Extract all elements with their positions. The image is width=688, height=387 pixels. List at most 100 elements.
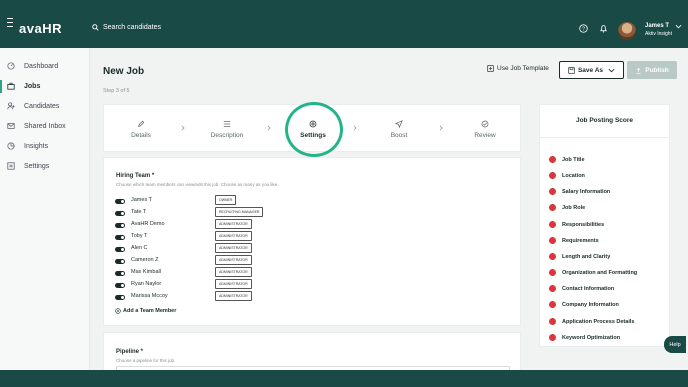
help-circle-icon[interactable]: ? (579, 24, 588, 33)
member-toggle[interactable] (115, 282, 125, 288)
member-toggle[interactable] (115, 258, 125, 264)
role-badge: ADMINISTRATOR (215, 267, 252, 277)
step-indicator: Step 3 of 5 (103, 88, 130, 94)
score-item: Length and Clarity (549, 253, 610, 260)
search-icon (92, 24, 99, 31)
role-badge: ADMINISTRATOR (215, 231, 252, 241)
sidebar-item-insights[interactable]: Insights (0, 136, 89, 156)
role-badge: ADMINISTRATOR (215, 219, 252, 229)
sidebar-item-candidates[interactable]: Candidates (0, 96, 89, 116)
step-details[interactable]: Details (116, 120, 166, 139)
sidebar-item-jobs[interactable]: Jobs (0, 76, 89, 96)
score-item: Job Role (549, 204, 585, 211)
member-toggle[interactable] (115, 210, 125, 216)
job-posting-score-panel: Job Posting Score Job Title Location Sal… (539, 104, 670, 347)
hiring-team-section: Hiring Team * Choose which team members … (103, 157, 521, 326)
briefcase-icon (7, 82, 15, 90)
page-title: New Job (103, 66, 145, 77)
team-member-row: Cameron Z ADMINISTRATOR (115, 255, 252, 267)
status-dot (549, 221, 556, 228)
users-icon (7, 102, 15, 110)
status-dot (549, 237, 556, 244)
chevron-right-icon (439, 125, 443, 131)
team-member-row: Tate T RECRUITING MANAGER (115, 207, 264, 219)
chevron-down-icon (608, 68, 615, 72)
sidebar-item-shared-inbox[interactable]: Shared Inbox (0, 116, 89, 136)
hiring-team-title: Hiring Team * (116, 173, 155, 179)
score-item: Location (549, 172, 585, 179)
top-bar: avaHR Search candidates ? James T Aktiv … (0, 0, 688, 48)
pipeline-title: Pipeline * (116, 349, 144, 355)
app-logo[interactable]: avaHR (19, 21, 62, 36)
status-dot (549, 285, 556, 292)
save-icon (568, 66, 575, 74)
score-item: Salary Information (549, 188, 610, 195)
search-input[interactable]: Search candidates (103, 24, 161, 31)
publish-button[interactable]: Publish (627, 61, 677, 79)
bell-icon[interactable] (599, 24, 608, 33)
role-badge: ADMINISTRATOR (215, 243, 252, 253)
member-toggle[interactable] (115, 246, 125, 252)
role-badge: ADMINISTRATOR (215, 255, 252, 265)
status-dot (549, 253, 556, 260)
role-badge: ADMINISTRATOR (215, 291, 252, 301)
team-member-row: Marissa Mccoy ADMINISTRATOR (115, 291, 252, 303)
status-dot (549, 301, 556, 308)
save-as-button[interactable]: Save As (559, 61, 624, 79)
status-dot (549, 204, 556, 211)
score-item: Job Title (549, 156, 585, 163)
use-job-template-button[interactable]: Use Job Template (487, 65, 549, 72)
template-icon (487, 65, 494, 72)
status-dot (549, 188, 556, 195)
status-dot (549, 334, 556, 341)
insights-icon (7, 142, 15, 150)
step-boost[interactable]: Boost (374, 120, 424, 139)
svg-text:?: ? (582, 26, 585, 32)
help-button[interactable]: Help (664, 336, 686, 353)
bottom-bar (0, 370, 688, 387)
sidebar-item-settings[interactable]: Settings (0, 156, 89, 176)
score-item: Keyword Optimization (549, 334, 620, 341)
team-member-row: Alen C ADMINISTRATOR (115, 243, 252, 255)
user-menu[interactable]: James T Aktiv Insight (645, 23, 672, 37)
status-dot (549, 269, 556, 276)
member-toggle[interactable] (115, 198, 125, 204)
chevron-right-icon (353, 125, 357, 131)
pipeline-subtitle: Choose a pipeline for this job. (116, 358, 176, 363)
menu-icon[interactable] (7, 18, 13, 30)
member-toggle[interactable] (115, 270, 125, 276)
add-team-member-button[interactable]: Add a Team Member (115, 308, 176, 314)
chevron-right-icon (267, 125, 271, 131)
status-dot (549, 318, 556, 325)
step-description[interactable]: Description (202, 120, 252, 139)
member-toggle[interactable] (115, 222, 125, 228)
sidebar: Dashboard Jobs Candidates Shared Inbox I… (0, 48, 90, 387)
user-name: James T (645, 23, 670, 29)
score-item: Organization and Formatting (549, 269, 637, 276)
step-review[interactable]: Review (460, 120, 510, 139)
chevron-right-icon (181, 125, 185, 131)
search-bar[interactable]: Search candidates (92, 24, 161, 31)
team-member-row: Max Kimball ADMINISTRATOR (115, 267, 252, 279)
user-company: Aktiv Insight (645, 31, 672, 37)
dashboard-icon (7, 62, 15, 70)
active-step-highlight (285, 102, 343, 157)
role-badge: OWNER (215, 195, 237, 205)
team-member-row: James T OWNER (115, 195, 237, 207)
chevron-down-icon[interactable] (675, 24, 682, 29)
role-badge: ADMINISTRATOR (215, 279, 252, 289)
score-item: Requirements (549, 237, 599, 244)
team-member-row: AvaHR Demo ADMINISTRATOR (115, 219, 252, 231)
pencil-icon (138, 120, 145, 127)
settings-icon (7, 162, 15, 170)
score-item: Responsibilities (549, 221, 604, 228)
member-toggle[interactable] (115, 234, 125, 240)
pipeline-section: Pipeline * Choose a pipeline for this jo… (103, 332, 521, 372)
upload-icon (636, 67, 641, 74)
score-item: Company Information (549, 301, 619, 308)
divider (540, 137, 669, 138)
sidebar-item-dashboard[interactable]: Dashboard (0, 56, 89, 76)
member-toggle[interactable] (115, 294, 125, 300)
avatar[interactable] (618, 22, 636, 40)
list-icon (223, 121, 231, 127)
